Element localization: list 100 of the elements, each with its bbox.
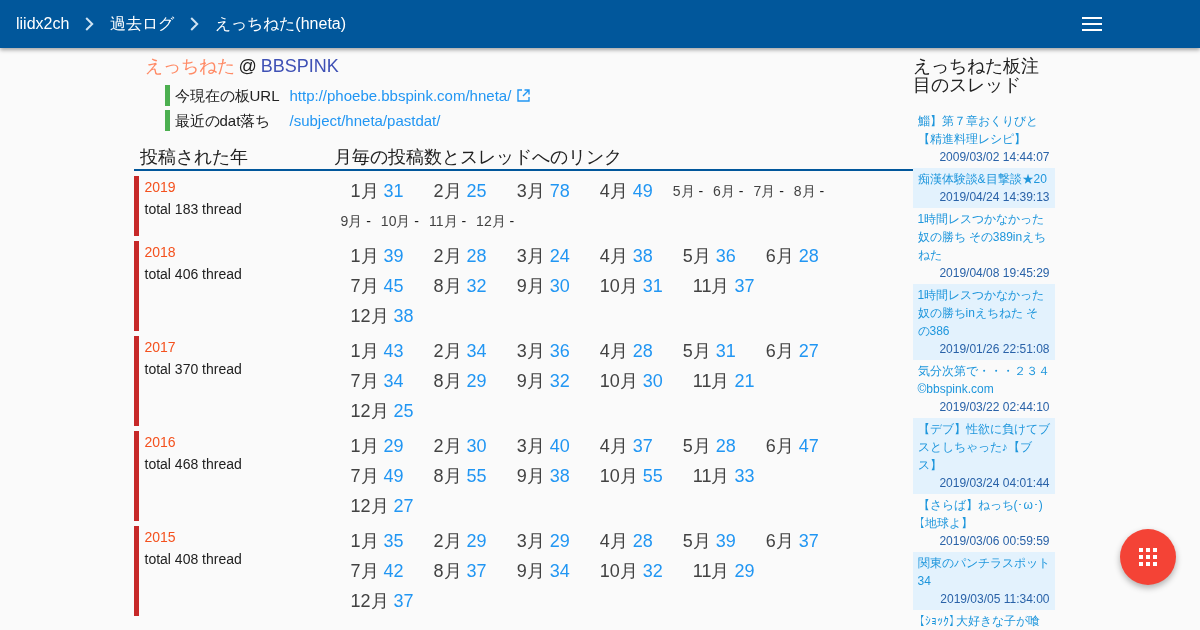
url-link[interactable]: http://phoebe.bbspink.com/hneta/ <box>289 85 512 106</box>
thread-count-link[interactable]: 32 <box>642 561 663 581</box>
month-label: 3月 <box>516 181 545 201</box>
month-label: 4月 <box>599 531 628 551</box>
month-label: 9月 <box>516 276 545 296</box>
no-posts-dash: - <box>461 213 467 229</box>
thread-count-link[interactable]: 29 <box>734 561 755 581</box>
thread-count-link[interactable]: 45 <box>383 276 404 296</box>
breadcrumb-link[interactable]: えっちねた(hneta) <box>215 14 347 34</box>
thread-count-link[interactable]: 31 <box>642 276 663 296</box>
thread-count-link[interactable]: 31 <box>383 181 404 201</box>
thread-link[interactable]: 関東のパンチラスポット34 <box>917 554 1050 590</box>
thread-count-link[interactable]: 32 <box>466 276 487 296</box>
month-label: 1月 <box>350 531 379 551</box>
thread-count-link[interactable]: 34 <box>383 371 404 391</box>
thread-count-link[interactable]: 28 <box>798 246 819 266</box>
month-label: 2月 <box>433 531 462 551</box>
month-label: 6月 <box>765 246 794 266</box>
thread-link[interactable]: 1時間レスつかなかった奴の勝ち その389inえちねた <box>917 210 1050 264</box>
thread-count-link[interactable]: 35 <box>383 531 404 551</box>
thread-count-link[interactable]: 29 <box>466 371 487 391</box>
thread-count-link[interactable]: 27 <box>393 496 414 516</box>
thread-count-link[interactable]: 37 <box>798 531 819 551</box>
thread-count-link[interactable]: 34 <box>549 561 570 581</box>
thread-count-link[interactable]: 28 <box>632 531 653 551</box>
thread-count-link[interactable]: 49 <box>383 466 404 486</box>
thread-total: total 183 thread <box>144 200 243 219</box>
thread-total: total 406 thread <box>144 265 243 284</box>
thread-count-link[interactable]: 43 <box>383 341 404 361</box>
thread-count-link[interactable]: 24 <box>549 246 570 266</box>
thread-count-link[interactable]: 29 <box>549 531 570 551</box>
thread-count-link[interactable]: 29 <box>466 531 487 551</box>
month-label: 8月 <box>433 466 462 486</box>
thread-count-link[interactable]: 27 <box>798 341 819 361</box>
month-label: 8月 <box>793 183 816 199</box>
thread-count-link[interactable]: 47 <box>798 436 819 456</box>
sidebar-title: えっちねた板注目のスレッド <box>912 57 1040 95</box>
thread-count-link[interactable]: 36 <box>549 341 570 361</box>
thread-count-link[interactable]: 38 <box>549 466 570 486</box>
month-label: 5月 <box>682 531 711 551</box>
thread-link[interactable]: 気分次第で・・・２３４©bbspink.com <box>917 362 1050 398</box>
thread-count-link[interactable]: 37 <box>734 276 755 296</box>
month-label: 3月 <box>516 531 545 551</box>
month-label: 8月 <box>433 276 462 296</box>
thread-date: 2019/03/22 02:44:10 <box>938 399 1050 416</box>
thread-count-link[interactable]: 37 <box>466 561 487 581</box>
month-label: 12月 <box>350 306 389 326</box>
thread-count-link[interactable]: 39 <box>383 246 404 266</box>
menu-icon <box>1082 17 1102 31</box>
thread-count-link[interactable]: 37 <box>393 591 414 611</box>
board-name-link[interactable]: えっちねた <box>144 56 235 76</box>
year-label: 2018 <box>144 243 177 262</box>
month-label: 7月 <box>753 183 776 199</box>
external-link-icon[interactable] <box>517 89 531 102</box>
thread-link[interactable]: 痴漢体験談&目撃談★20 <box>917 170 1050 188</box>
thread-date: 2019/04/08 19:45:29 <box>938 265 1050 282</box>
apps-button[interactable] <box>1120 529 1176 585</box>
month-label: 5月 <box>682 341 711 361</box>
month-label: 2月 <box>433 341 462 361</box>
thread-count-link[interactable]: 21 <box>734 371 755 391</box>
thread-count-link[interactable]: 55 <box>466 466 487 486</box>
thread-count-link[interactable]: 34 <box>466 341 487 361</box>
thread-total: total 370 thread <box>144 360 243 379</box>
breadcrumb-link[interactable]: liidx2ch <box>16 14 70 34</box>
thread-count-link[interactable]: 28 <box>715 436 736 456</box>
thread-count-link[interactable]: 55 <box>642 466 663 486</box>
thread-count-link[interactable]: 40 <box>549 436 570 456</box>
thread-count-link[interactable]: 32 <box>549 371 570 391</box>
thread-count-link[interactable]: 30 <box>466 436 487 456</box>
breadcrumb-link[interactable]: 過去ログ <box>110 14 175 34</box>
month-label: 4月 <box>599 246 628 266</box>
thread-count-link[interactable]: 37 <box>632 436 653 456</box>
thread-date: 2019/01/26 22:51:08 <box>938 341 1050 358</box>
no-posts-dash: - <box>414 213 419 229</box>
thread-count-link[interactable]: 28 <box>632 341 653 361</box>
thread-count-link[interactable]: 78 <box>549 181 570 201</box>
thread-count-link[interactable]: 28 <box>466 246 487 266</box>
month-label: 9月 <box>340 213 363 229</box>
thread-count-link[interactable]: 38 <box>393 306 414 326</box>
thread-link[interactable]: 【さらば】ねっち(･ω･)【地球よ】 <box>917 496 1050 532</box>
thread-count-link[interactable]: 49 <box>632 181 653 201</box>
month-label: 12月 <box>350 591 389 611</box>
thread-count-link[interactable]: 25 <box>466 181 487 201</box>
thread-count-link[interactable]: 33 <box>734 466 755 486</box>
thread-count-link[interactable]: 30 <box>642 371 663 391</box>
thread-link[interactable]: 【ｼｮｯｸ】大好きな子が喰 <box>917 612 1050 630</box>
thread-count-link[interactable]: 29 <box>383 436 404 456</box>
thread-count-link[interactable]: 39 <box>715 531 736 551</box>
month-label: 11月 <box>692 466 730 486</box>
thread-count-link[interactable]: 42 <box>383 561 404 581</box>
thread-count-link[interactable]: 30 <box>549 276 570 296</box>
thread-link[interactable]: 1時間レスつかなかった奴の勝ちinえちねた その386 <box>917 286 1050 340</box>
thread-link[interactable]: 【デブ】性欲に負けてブスとしちゃった♪【ブス】 <box>917 420 1050 474</box>
thread-count-link[interactable]: 31 <box>715 341 736 361</box>
thread-count-link[interactable]: 25 <box>393 401 414 421</box>
thread-count-link[interactable]: 38 <box>632 246 653 266</box>
site-link[interactable]: BBSPINK <box>260 56 339 76</box>
thread-link[interactable]: 鯔】第７章おくりびと【精進料理レシピ】 <box>917 112 1050 148</box>
thread-count-link[interactable]: 36 <box>715 246 736 266</box>
month-label: 7月 <box>350 276 379 296</box>
